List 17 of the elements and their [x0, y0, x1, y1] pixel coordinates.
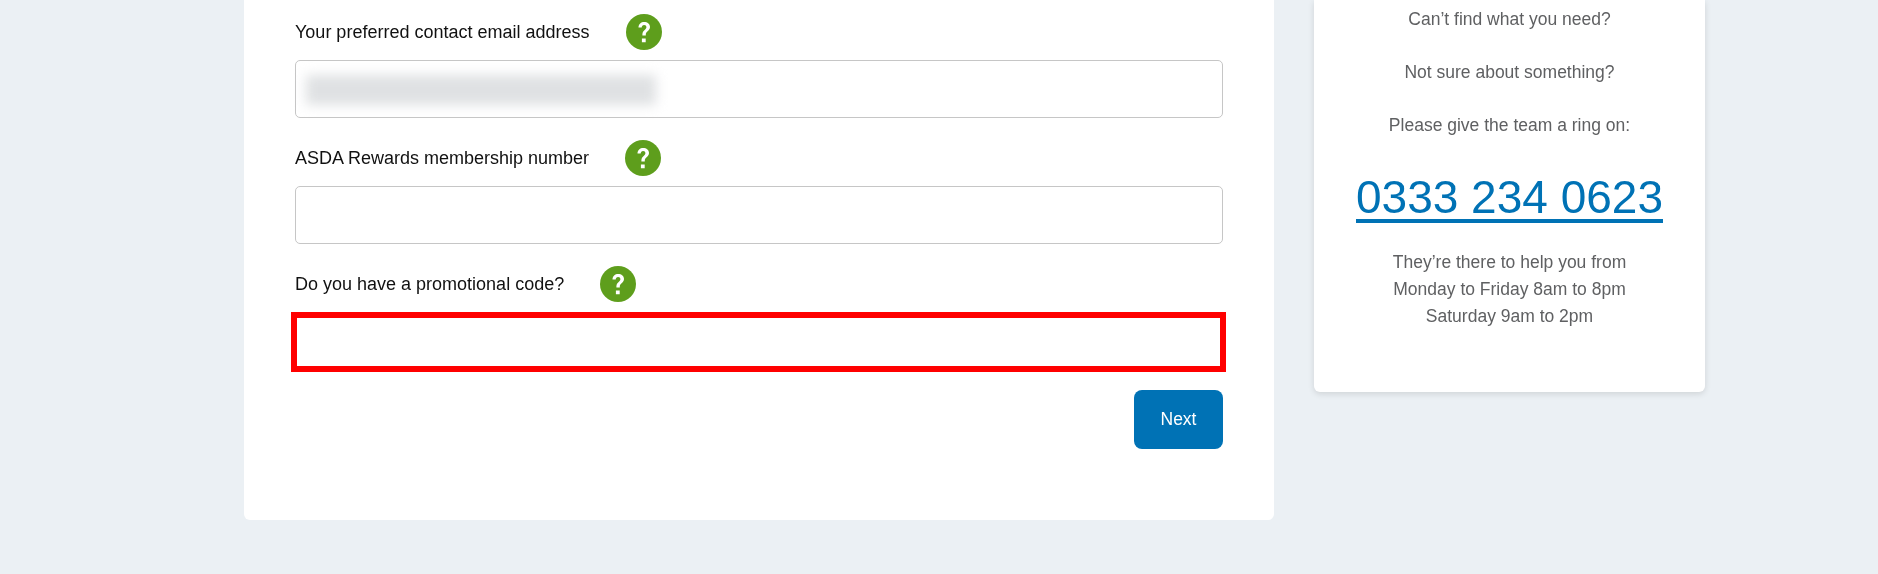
- help-icon[interactable]: [600, 266, 637, 302]
- input-field[interactable]: [291, 312, 1226, 372]
- hours-text: They’re there to help you from: [1391, 251, 1628, 274]
- hours-text: Monday to Friday 8am to 8pm: [1392, 278, 1627, 301]
- field-label: ASDA Rewards membership number: [295, 146, 590, 170]
- hours-text: Saturday 9am to 2pm: [1424, 305, 1595, 328]
- field-label: Do you have a promotional code?: [295, 272, 565, 296]
- help-text: Not sure about something?: [1403, 61, 1616, 83]
- help-icon[interactable]: [625, 14, 662, 50]
- help-text: Please give the team a ring on:: [1387, 114, 1632, 136]
- help-icon[interactable]: [625, 140, 662, 176]
- input-field[interactable]: [295, 186, 1223, 244]
- phone-link[interactable]: 0333 234 0623: [1356, 167, 1663, 227]
- field-label: Your preferred contact email address: [295, 20, 590, 44]
- next-button[interactable]: Next: [1134, 390, 1223, 449]
- input-field[interactable]: [295, 60, 1223, 118]
- help-text: Can’t find what you need?: [1407, 8, 1612, 30]
